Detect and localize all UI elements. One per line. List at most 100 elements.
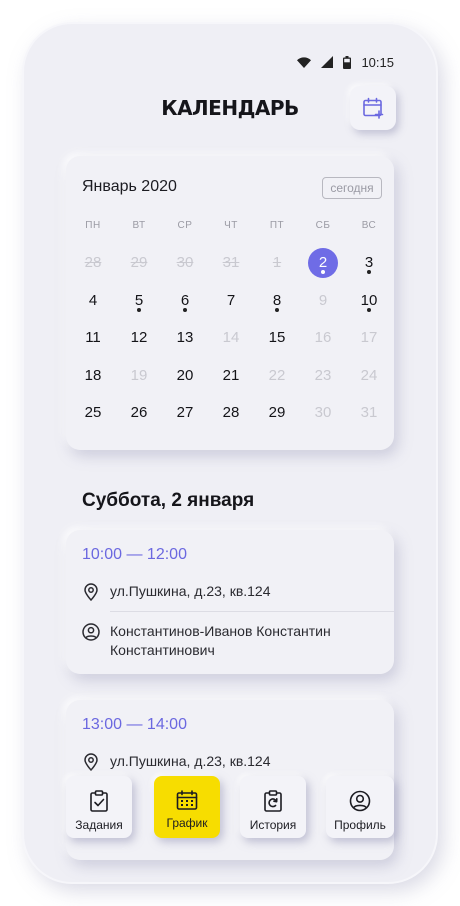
calendar-day[interactable]: 15 [254, 319, 300, 357]
weekday-label: ВТ [132, 220, 146, 231]
user-circle-icon [82, 623, 100, 641]
calendar-day[interactable]: 29 [254, 394, 300, 432]
day-number: 13 [176, 329, 194, 347]
event-time: 13:00 — 14:00 [82, 716, 187, 733]
event-card[interactable]: 10:00 — 12:00 ул.Пушкина, д.23, кв.124 К… [66, 530, 394, 674]
calendar-day[interactable]: 29 [116, 244, 162, 282]
weekday-label: ПН [85, 220, 101, 231]
day-number: 5 [134, 291, 144, 309]
day-number: 26 [130, 404, 148, 422]
user-circle-icon [349, 790, 371, 812]
day-number: 9 [318, 291, 328, 309]
calendar-day[interactable]: 14 [208, 319, 254, 357]
calendar-day[interactable]: 6 [162, 282, 208, 320]
day-number: 12 [130, 329, 148, 347]
event-address: ул.Пушкина, д.23, кв.124 [110, 753, 271, 769]
calendar-day[interactable]: 9 [300, 282, 346, 320]
day-number: 11 [85, 329, 101, 347]
event-time: 10:00 — 12:00 [82, 546, 187, 563]
day-number: 20 [176, 366, 194, 384]
calendar-day[interactable]: 31 [346, 394, 392, 432]
status-time: 10:15 [361, 54, 394, 70]
day-number: 19 [130, 366, 148, 384]
day-number: 22 [268, 366, 286, 384]
day-number: 31 [360, 404, 378, 422]
calendar-day[interactable]: 27 [162, 394, 208, 432]
day-number: 15 [268, 329, 286, 347]
event-client-row: Константинов-Иванов Константин Константи… [82, 622, 382, 660]
battery-icon [343, 55, 352, 69]
day-number: 10 [360, 291, 378, 309]
day-number: 28 [84, 254, 102, 272]
day-number: 16 [314, 329, 332, 347]
day-number: 8 [272, 291, 282, 309]
event-address: ул.Пушкина, д.23, кв.124 [110, 583, 271, 599]
weekday-label: ВС [361, 220, 377, 231]
calendar-day[interactable]: 22 [254, 357, 300, 395]
calendar-day[interactable]: 21 [208, 357, 254, 395]
location-pin-icon [84, 583, 98, 601]
nav-schedule-button[interactable]: График [154, 776, 220, 838]
calendar-day[interactable]: 25 [70, 394, 116, 432]
selected-date-title: Суббота, 2 января [82, 490, 255, 511]
calendar-day[interactable]: 30 [162, 244, 208, 282]
calendar-day[interactable]: 28 [70, 244, 116, 282]
calendar-day[interactable]: 1 [254, 244, 300, 282]
today-button[interactable]: сегодня [322, 177, 382, 199]
calendar-day[interactable]: 11 [70, 319, 116, 357]
event-indicator-dot [183, 307, 187, 312]
day-number: 21 [222, 366, 240, 384]
event-address-row: ул.Пушкина, д.23, кв.124 [82, 582, 271, 601]
weekday-label: ЧТ [224, 220, 238, 231]
calendar-icon [176, 790, 198, 810]
calendar-day[interactable]: 16 [300, 319, 346, 357]
nav-profile-button[interactable]: Профиль [326, 776, 394, 838]
day-number: 1 [272, 254, 282, 272]
calendar-day[interactable]: 28 [208, 394, 254, 432]
day-number: 18 [84, 366, 102, 384]
calendar-day[interactable]: 19 [116, 357, 162, 395]
wifi-icon [297, 56, 312, 68]
calendar-day[interactable]: 5 [116, 282, 162, 320]
day-number: 3 [364, 254, 374, 272]
event-indicator-dot [321, 270, 325, 274]
calendar-day[interactable]: 4 [70, 282, 116, 320]
day-number: 30 [176, 254, 194, 272]
calendar-day[interactable]: 8 [254, 282, 300, 320]
nav-history-button[interactable]: История [240, 776, 306, 838]
calendar-day[interactable]: 3 [346, 244, 392, 282]
calendar-day-selected[interactable]: 2 [300, 244, 346, 282]
weekday-label: СБ [315, 220, 331, 231]
month-label: Январь 2020 [82, 178, 177, 195]
clipboard-refresh-icon [264, 790, 282, 812]
location-pin-icon [84, 753, 98, 771]
event-indicator-dot [137, 307, 141, 312]
weekday-header: ПН ВТ СР ЧТ ПТ СБ ВС [70, 220, 392, 231]
calendar-day[interactable]: 10 [346, 282, 392, 320]
weekday-label: СР [177, 220, 193, 231]
calendar-day[interactable]: 7 [208, 282, 254, 320]
calendar-day[interactable]: 31 [208, 244, 254, 282]
event-indicator-dot [367, 307, 371, 312]
calendar-day[interactable]: 12 [116, 319, 162, 357]
calendar-day[interactable]: 17 [346, 319, 392, 357]
calendar-card: Январь 2020 сегодня ПН ВТ СР ЧТ ПТ СБ ВС… [66, 156, 394, 450]
clipboard-check-icon [90, 790, 108, 812]
nav-label: Задания [75, 818, 123, 832]
calendar-day[interactable]: 23 [300, 357, 346, 395]
calendar-day[interactable]: 24 [346, 357, 392, 395]
calendar-day[interactable]: 26 [116, 394, 162, 432]
calendar-day[interactable]: 18 [70, 357, 116, 395]
day-number: 28 [222, 404, 240, 422]
nav-label: График [166, 816, 208, 830]
signal-icon [321, 56, 334, 68]
day-number: 24 [360, 366, 378, 384]
day-number: 23 [314, 366, 332, 384]
calendar-day[interactable]: 13 [162, 319, 208, 357]
calendar-day[interactable]: 30 [300, 394, 346, 432]
nav-tasks-button[interactable]: Задания [66, 776, 132, 838]
add-event-button[interactable] [350, 86, 396, 130]
calendar-day[interactable]: 20 [162, 357, 208, 395]
day-number: 29 [130, 254, 148, 272]
weekday-label: ПТ [269, 220, 285, 231]
